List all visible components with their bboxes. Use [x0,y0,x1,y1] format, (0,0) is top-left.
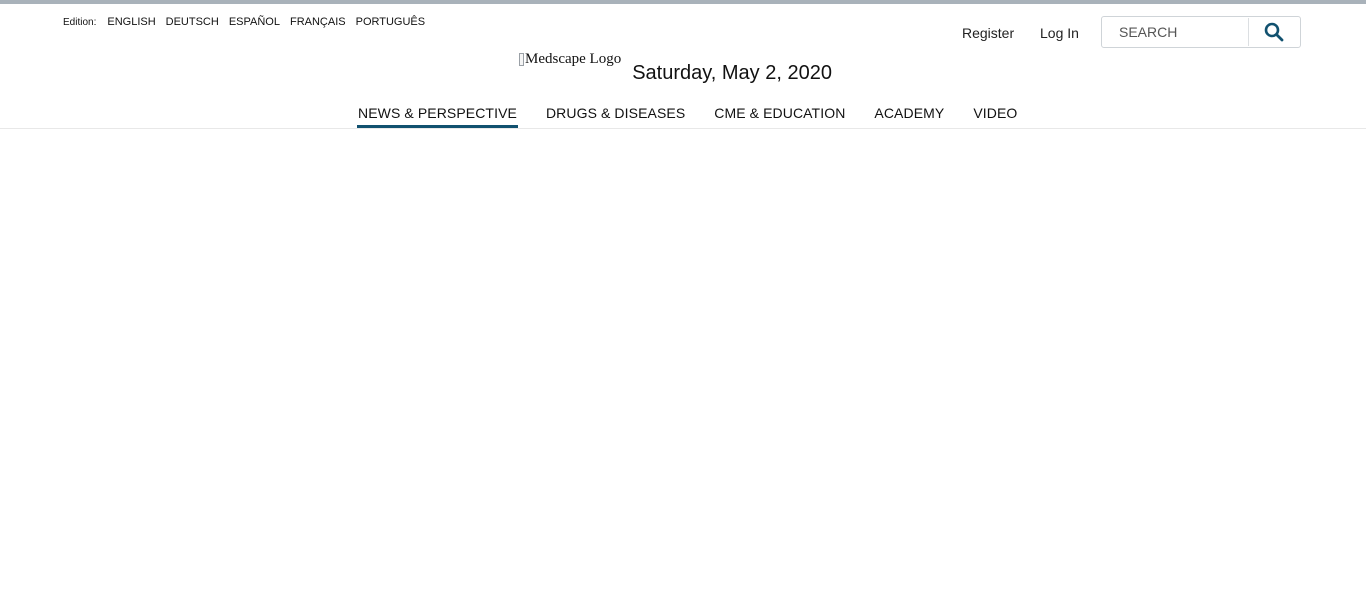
current-date: Saturday, May 2, 2020 [632,62,832,84]
search-box [1101,16,1301,48]
medscape-logo[interactable]: Medscape Logo [519,51,621,68]
edition-english-link[interactable]: ENGLISH [107,16,155,28]
logo-date-row: Medscape Logo Saturday, May 2, 2020 [519,50,832,85]
logo-alt-text: Medscape Logo [525,51,622,67]
login-link[interactable]: Log In [1040,25,1079,41]
tab-video[interactable]: VIDEO [973,105,1017,126]
edition-label: Edition: [63,17,97,28]
edition-portugues-link[interactable]: PORTUGUÊS [356,16,425,28]
broken-image-icon [519,53,524,66]
edition-deutsch-link[interactable]: DEUTSCH [166,16,219,28]
edition-espanol-link[interactable]: ESPAÑOL [229,16,280,28]
tab-news-perspective[interactable]: NEWS & PERSPECTIVE [357,105,518,128]
edition-selector: Edition: ENGLISH DEUTSCH ESPAÑOL FRANÇAI… [63,16,435,28]
search-button[interactable] [1249,17,1300,47]
tab-drugs-diseases[interactable]: DRUGS & DISEASES [546,105,685,126]
edition-francais-link[interactable]: FRANÇAIS [290,16,346,28]
main-nav: NEWS & PERSPECTIVE DRUGS & DISEASES CME … [357,105,1046,128]
search-icon [1265,22,1284,42]
site-header: Edition: ENGLISH DEUTSCH ESPAÑOL FRANÇAI… [0,4,1366,129]
tab-cme-education[interactable]: CME & EDUCATION [714,105,845,126]
register-link[interactable]: Register [962,25,1014,41]
search-input[interactable] [1119,24,1247,40]
tab-academy[interactable]: ACADEMY [874,105,944,126]
